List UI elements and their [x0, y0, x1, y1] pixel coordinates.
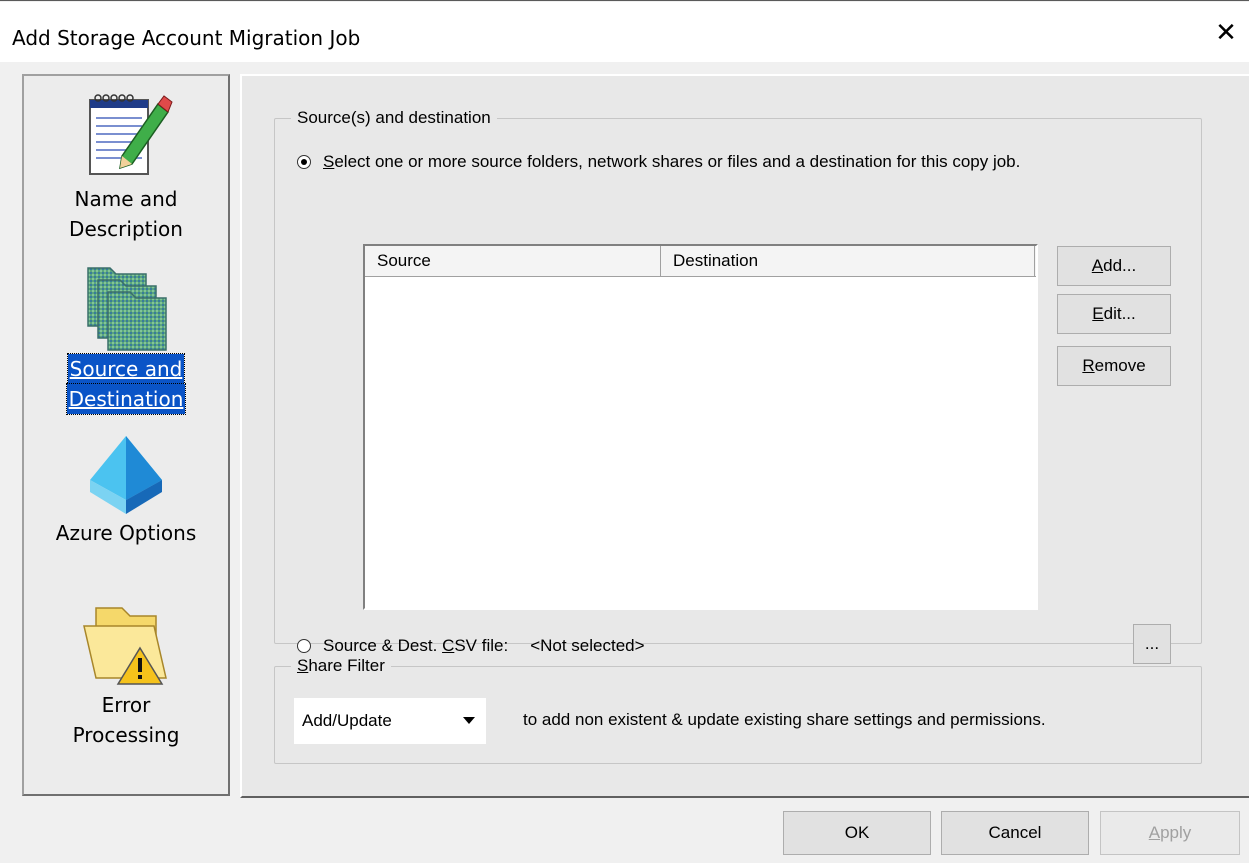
csv-file-value: <Not selected>: [530, 636, 645, 655]
window-title: Add Storage Account Migration Job: [12, 26, 361, 50]
select-sources-radio-label: Select one or more source folders, netwo…: [323, 152, 1020, 172]
remove-button[interactable]: Remove: [1057, 346, 1171, 386]
select-sources-mnemonic: S: [323, 152, 335, 171]
content-panel: Source(s) and destination Select one or …: [240, 74, 1249, 798]
dialog-window: Add Storage Account Migration Job ✕ Name…: [0, 0, 1249, 863]
apply-mnemonic: A: [1148, 823, 1161, 842]
azure-diamond-icon: [90, 436, 162, 514]
csv-file-radio[interactable]: [297, 639, 311, 653]
sidebar-item-azure-options[interactable]: Azure Options: [24, 430, 228, 548]
share-filter-selected-value: Add/Update: [302, 711, 392, 730]
add-button[interactable]: Add...: [1057, 246, 1171, 286]
add-mnemonic: A: [1091, 256, 1104, 275]
column-header-source[interactable]: Source: [365, 246, 661, 276]
share-filter-mnemonic: S: [297, 656, 309, 675]
share-filter-description: to add non existent & update existing sh…: [523, 710, 1046, 729]
csv-label-post: SV file:: [454, 636, 509, 655]
folder-warning-icon: [83, 607, 167, 685]
sidebar-item-label: Azure Options: [55, 521, 197, 545]
notepad-pencil-icon: [89, 94, 173, 175]
dropdown-arrow[interactable]: [452, 698, 486, 744]
sidebar-item-label: Processing: [72, 723, 180, 747]
folders-icon: [87, 267, 167, 351]
sidebar-item-error-processing[interactable]: Error Processing: [24, 590, 228, 750]
csv-file-radio-label: Source & Dest. CSV file:: [323, 636, 508, 656]
apply-button-label: pply: [1160, 823, 1192, 842]
edit-button-label: dit...: [1103, 304, 1136, 323]
sidebar-item-source-destination[interactable]: Source and Destination: [24, 252, 228, 415]
sidebar-item-label: Description: [69, 217, 183, 241]
cancel-button-label: Cancel: [988, 823, 1042, 842]
ok-button-label: OK: [844, 823, 870, 842]
select-sources-text: elect one or more source folders, networ…: [334, 152, 1021, 171]
remove-button-label: emove: [1094, 356, 1146, 375]
add-button-label: dd...: [1103, 256, 1137, 275]
apply-button[interactable]: Apply: [1100, 811, 1240, 855]
close-icon: ✕: [1215, 16, 1237, 47]
chevron-down-icon: [463, 717, 475, 724]
source-destination-listview[interactable]: Source Destination: [363, 244, 1038, 610]
share-filter-dropdown[interactable]: Add/Update: [294, 698, 486, 744]
remove-mnemonic: R: [1082, 356, 1095, 375]
share-filter-legend: Share Filter: [291, 656, 391, 676]
share-filter-legend-text: hare Filter: [308, 656, 385, 675]
csv-label-pre: Source & Dest.: [323, 636, 443, 655]
sidebar-item-label: Name and: [74, 187, 178, 211]
browse-button-label: ...: [1144, 634, 1160, 653]
sidebar-item-name-description[interactable]: Name and Description: [24, 88, 228, 244]
ok-button[interactable]: OK: [783, 811, 931, 855]
edit-mnemonic: E: [1092, 304, 1104, 323]
csv-file-radio-row[interactable]: Source & Dest. CSV file: <Not selected>: [297, 636, 645, 656]
sidebar-item-label: Destination: [65, 383, 187, 415]
cancel-button[interactable]: Cancel: [941, 811, 1089, 855]
edit-button[interactable]: Edit...: [1057, 294, 1171, 334]
sidebar-item-label: Source and: [66, 353, 186, 385]
sidebar-item-label: Error: [101, 693, 151, 717]
sources-groupbox: Source(s) and destination Select one or …: [274, 108, 1202, 664]
close-button[interactable]: ✕: [1203, 2, 1249, 62]
select-sources-radio[interactable]: [297, 155, 311, 169]
title-bar: Add Storage Account Migration Job ✕: [0, 2, 1249, 62]
sources-group-legend: Source(s) and destination: [297, 108, 491, 127]
csv-mnemonic: C: [442, 636, 455, 655]
select-sources-radio-row[interactable]: Select one or more source folders, netwo…: [297, 152, 1020, 172]
listview-header: Source Destination: [365, 246, 1036, 277]
sidebar: Name and Description Source and Destinat…: [22, 74, 230, 796]
column-header-destination[interactable]: Destination: [661, 246, 1035, 276]
